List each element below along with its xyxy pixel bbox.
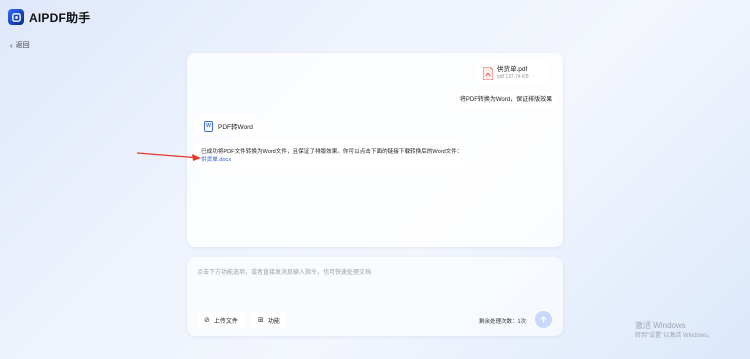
grid-icon: ⊞ bbox=[258, 317, 264, 324]
bot-message-text: 已成功将PDF文件转换为Word文件，且保证了排版效果。你可以点击下面的链接下载… bbox=[201, 149, 463, 155]
back-button[interactable]: ‹ 返回 bbox=[10, 40, 30, 50]
pdf-file-icon bbox=[482, 66, 494, 80]
bot-message: 已成功将PDF文件转换为Word文件，且保证了排版效果。你可以点击下面的链接下载… bbox=[197, 142, 464, 169]
send-button[interactable] bbox=[535, 311, 552, 328]
chat-panel: 供货单.pdf pdf 137.74 KB 将PDF转换为Word，保证排版效果… bbox=[187, 53, 563, 247]
arrow-up-icon bbox=[540, 315, 547, 323]
function-label: 功能 bbox=[267, 318, 280, 325]
composer-panel[interactable]: 点击下方功能选项，或者直接发消息输入指令，也可快速处理文档 ⊘ 上传文件 ⊞ 功… bbox=[187, 257, 563, 336]
windows-watermark: 激活 Windows 转到"设置"以激活 Windows。 bbox=[635, 321, 713, 341]
remaining-count: 剩余处理次数：1次 bbox=[479, 319, 527, 325]
word-file-icon: W bbox=[204, 120, 213, 132]
paperclip-icon: ⊘ bbox=[204, 317, 210, 324]
user-message: 将PDF转换为Word，保证排版效果 bbox=[457, 91, 555, 106]
tool-label: PDF转Word bbox=[218, 124, 253, 131]
top-bar: AIPDF助手 bbox=[0, 0, 750, 34]
uploaded-file-card[interactable]: 供货单.pdf pdf 137.74 KB bbox=[477, 61, 549, 85]
back-label: 返回 bbox=[15, 42, 30, 49]
upload-file-button[interactable]: ⊘ 上传文件 bbox=[197, 312, 245, 328]
composer-placeholder[interactable]: 点击下方功能选项，或者直接发消息输入指令，也可快速处理文档 bbox=[197, 267, 371, 276]
annotation-arrow-icon bbox=[136, 152, 201, 161]
app-title: AIPDF助手 bbox=[29, 10, 91, 25]
chevron-left-icon: ‹ bbox=[10, 40, 13, 50]
file-size: pdf 137.74 KB bbox=[497, 73, 529, 80]
upload-label: 上传文件 bbox=[213, 318, 238, 325]
watermark-line1: 激活 Windows bbox=[635, 321, 686, 330]
watermark-line2: 转到"设置"以激活 Windows。 bbox=[635, 333, 714, 339]
function-button[interactable]: ⊞ 功能 bbox=[251, 312, 287, 328]
tool-card[interactable]: W PDF转Word bbox=[197, 116, 257, 136]
download-link[interactable]: 供货单.docx bbox=[201, 156, 460, 164]
file-name: 供货单.pdf bbox=[497, 65, 528, 73]
app-logo-icon bbox=[8, 9, 24, 25]
